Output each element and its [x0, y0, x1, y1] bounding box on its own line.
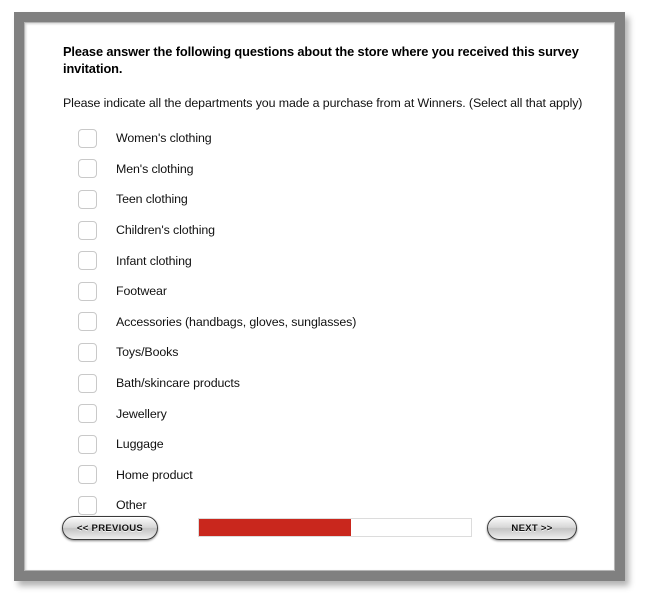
department-row[interactable]: Teen clothing — [63, 184, 594, 215]
department-row[interactable]: Infant clothing — [63, 245, 594, 276]
checkbox-icon[interactable] — [78, 220, 97, 240]
checkbox-icon[interactable] — [78, 495, 97, 515]
department-checkbox-list: Women's clothing Men's clothing Teen cloth… — [63, 123, 594, 521]
checkbox-icon[interactable] — [78, 404, 97, 424]
department-label: Jewellery — [116, 406, 167, 421]
department-row[interactable]: Footwear — [63, 276, 594, 307]
survey-card: Please answer the following questions ab… — [24, 22, 615, 571]
page-title: Please answer the following questions ab… — [63, 44, 579, 76]
checkbox-icon[interactable] — [78, 281, 97, 301]
progress-bar-fill — [199, 519, 352, 536]
department-row[interactable]: Jewellery — [63, 398, 594, 429]
department-label: Children's clothing — [116, 223, 215, 238]
department-label: Luggage — [116, 437, 164, 452]
checkbox-icon[interactable] — [78, 312, 97, 332]
department-row[interactable]: Luggage — [63, 429, 594, 460]
department-label: Bath/skincare products — [116, 376, 240, 391]
department-row[interactable]: Accessories (handbags, gloves, sunglasse… — [63, 307, 594, 338]
department-label: Accessories (handbags, gloves, sunglasse… — [116, 314, 357, 329]
checkbox-icon[interactable] — [78, 342, 97, 362]
checkbox-icon[interactable] — [78, 434, 97, 454]
department-label: Toys/Books — [116, 345, 179, 360]
department-label: Women's clothing — [116, 131, 212, 146]
survey-page-frame: Please answer the following questions ab… — [14, 12, 625, 581]
previous-button-label: << PREVIOUS — [76, 522, 144, 534]
department-row[interactable]: Toys/Books — [63, 337, 594, 368]
previous-button[interactable]: << PREVIOUS — [62, 516, 158, 540]
checkbox-icon[interactable] — [78, 465, 97, 485]
next-button-label: NEXT >> — [511, 522, 553, 534]
department-label: Home product — [116, 467, 193, 482]
department-row[interactable]: Women's clothing — [63, 123, 594, 154]
checkbox-icon[interactable] — [78, 251, 97, 271]
survey-footer: << PREVIOUS NEXT >> — [25, 516, 614, 544]
department-row[interactable]: Bath/skincare products — [63, 368, 594, 399]
department-label: Footwear — [116, 284, 167, 299]
checkbox-icon[interactable] — [78, 373, 97, 393]
survey-content: Please answer the following questions ab… — [63, 43, 594, 521]
next-button[interactable]: NEXT >> — [487, 516, 577, 540]
department-label: Men's clothing — [116, 161, 194, 176]
question-prompt: Please indicate all the departments you … — [63, 96, 583, 110]
department-label: Infant clothing — [116, 253, 192, 268]
checkbox-icon[interactable] — [78, 159, 97, 179]
progress-bar — [198, 518, 472, 537]
department-label: Teen clothing — [116, 192, 188, 207]
department-label: Other — [116, 498, 147, 513]
checkbox-icon[interactable] — [78, 189, 97, 209]
department-row[interactable]: Men's clothing — [63, 154, 594, 185]
checkbox-icon[interactable] — [78, 128, 97, 148]
department-row[interactable]: Children's clothing — [63, 215, 594, 246]
department-row[interactable]: Home product — [63, 460, 594, 491]
